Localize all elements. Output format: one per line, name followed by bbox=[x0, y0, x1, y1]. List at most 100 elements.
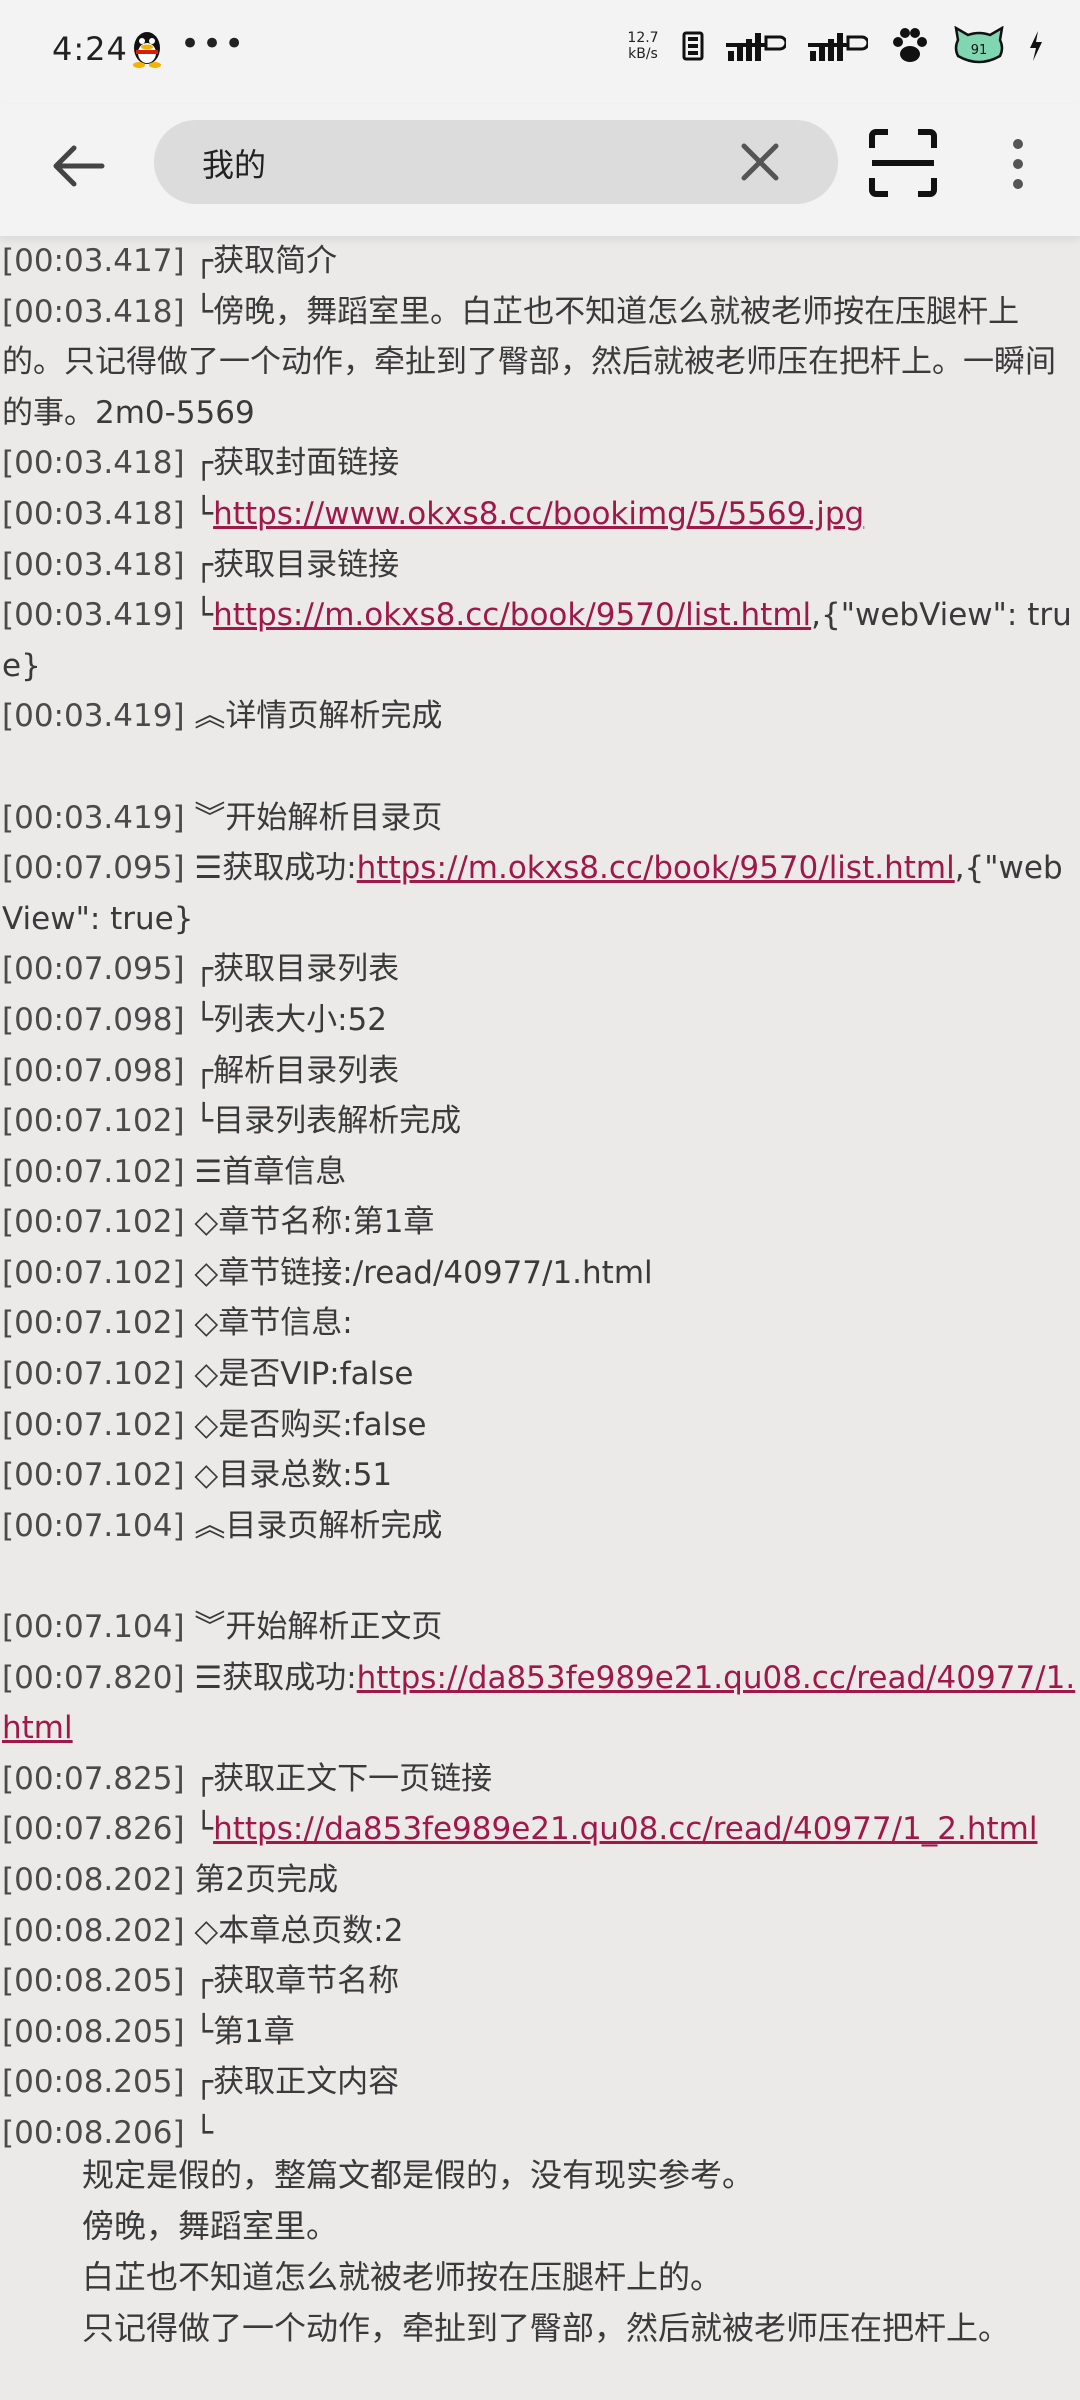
status-more-notifications: ••• bbox=[180, 24, 247, 64]
paw-icon bbox=[893, 28, 927, 62]
status-right-icons: 12.7 kB/s 91 bbox=[626, 26, 1044, 66]
log-message: ┌解析目录列表 bbox=[184, 1052, 400, 1089]
log-message: └列表大小:52 bbox=[184, 1001, 387, 1038]
log-timestamp: [00:03.418] bbox=[2, 293, 185, 330]
search-input[interactable] bbox=[200, 138, 744, 188]
log-message: └第1章 bbox=[184, 2013, 295, 2050]
log-message: ┌获取封面链接 bbox=[184, 445, 400, 482]
log-line: [00:03.418] └傍晚，舞蹈室里。白芷也不知道怎么就被老师按在压腿杆上的… bbox=[0, 287, 1080, 439]
log-message: ︽详情页解析完成 bbox=[184, 698, 443, 735]
log-line: [00:08.205] ┌获取章节名称 bbox=[0, 1956, 1080, 2007]
net-speed-unit: kB/s bbox=[628, 46, 658, 62]
battery-level: 91 bbox=[971, 43, 988, 58]
charging-bolt-icon bbox=[1030, 31, 1042, 61]
log-line: [00:03.417] ┌获取简介 bbox=[0, 236, 1080, 287]
log-timestamp: [00:08.206] bbox=[2, 2114, 185, 2151]
log-timestamp: [00:08.205] bbox=[2, 2013, 185, 2050]
log-message: ◇目录总数:51 bbox=[184, 1457, 393, 1494]
log-message: ┌获取简介 bbox=[184, 243, 338, 279]
log-line: [00:03.418] ┌获取目录链接 bbox=[0, 540, 1080, 591]
content-paragraph: 规定是假的，整篇文都是假的，没有现实参考。 bbox=[82, 2156, 755, 2194]
log-line: [00:03.418] ┌获取封面链接 bbox=[0, 438, 1080, 489]
more-vert-icon[interactable] bbox=[998, 134, 1038, 194]
log-timestamp: [00:07.102] bbox=[2, 1204, 185, 1241]
app-bar bbox=[0, 104, 1080, 236]
qq-penguin-icon bbox=[133, 32, 161, 68]
log-message: ︾开始解析正文页 bbox=[184, 1609, 443, 1646]
content-paragraph: 白芷也不知道怎么就被老师按在压腿杆上的。 bbox=[82, 2258, 723, 2296]
log-timestamp: [00:07.102] bbox=[2, 1305, 185, 1342]
log-timestamp: [00:03.419] bbox=[2, 597, 185, 634]
clear-icon[interactable] bbox=[734, 136, 786, 188]
log-timestamp: [00:07.102] bbox=[2, 1457, 185, 1494]
log-line: [00:07.820] ☰获取成功:https://da853fe989e21.… bbox=[0, 1653, 1080, 1754]
log-timestamp: [00:07.102] bbox=[2, 1153, 185, 1190]
log-line: [00:07.095] ☰获取成功:https://m.okxs8.cc/boo… bbox=[0, 843, 1080, 944]
log-line: [00:07.095] ┌获取目录列表 bbox=[0, 944, 1080, 995]
log-message: ◇是否VIP:false bbox=[184, 1356, 414, 1393]
log-line: [00:08.205] ┌获取正文内容 bbox=[0, 2057, 1080, 2108]
log-line: [00:03.419] └https://m.okxs8.cc/book/957… bbox=[0, 590, 1080, 691]
log-timestamp: [00:07.104] bbox=[2, 1507, 185, 1544]
log-line: [00:07.102] ◇章节链接:/read/40977/1.html bbox=[0, 1248, 1080, 1299]
log-message: ┌获取正文下一页链接 bbox=[184, 1760, 493, 1797]
log-message: ◇是否购买:false bbox=[184, 1406, 427, 1443]
log-message: └目录列表解析完成 bbox=[184, 1103, 462, 1140]
log-timestamp: [00:07.095] bbox=[2, 850, 185, 887]
log-link[interactable]: https://da853fe989e21.qu08.cc/read/40977… bbox=[213, 1811, 1037, 1847]
log-message: ◇本章总页数:2 bbox=[184, 1912, 404, 1949]
scan-icon[interactable] bbox=[866, 126, 940, 200]
log-line: [00:07.102] ◇目录总数:51 bbox=[0, 1450, 1080, 1501]
log-message: ︾开始解析目录页 bbox=[184, 799, 443, 836]
log-line: [00:03.419] ︽详情页解析完成 bbox=[0, 691, 1080, 742]
signal-2-icon bbox=[808, 33, 868, 61]
log-message: ☰获取成功: bbox=[184, 1659, 357, 1696]
log-message: ︽目录页解析完成 bbox=[184, 1507, 443, 1544]
log-line: [00:07.102] ◇是否购买:false bbox=[0, 1400, 1080, 1451]
log-timestamp: [00:07.095] bbox=[2, 951, 185, 988]
log-link[interactable]: https://m.okxs8.cc/book/9570/list.html bbox=[213, 597, 811, 633]
log-message: 第2页完成 bbox=[184, 1862, 339, 1898]
log-timestamp: [00:03.418] bbox=[2, 445, 185, 482]
log-message: └ bbox=[184, 495, 214, 532]
log-message: └ bbox=[184, 2114, 214, 2151]
log-link[interactable]: https://www.okxs8.cc/bookimg/5/5569.jpg bbox=[213, 496, 864, 532]
content-paragraph: 只记得做了一个动作，牵扯到了臀部，然后就被老师压在把杆上。 bbox=[82, 2309, 1011, 2347]
log-spacer bbox=[0, 1551, 1080, 1602]
log-timestamp: [00:07.102] bbox=[2, 1406, 185, 1443]
log-message: ◇章节信息: bbox=[184, 1305, 353, 1342]
sim-icon bbox=[682, 31, 704, 61]
log-timestamp: [00:07.825] bbox=[2, 1760, 185, 1797]
log-line: [00:07.102] └目录列表解析完成 bbox=[0, 1096, 1080, 1147]
net-speed-value: 12.7 bbox=[627, 30, 659, 46]
log-line: [00:07.102] ◇章节名称:第1章 bbox=[0, 1197, 1080, 1248]
log-line: [00:08.202] 第2页完成 bbox=[0, 1855, 1080, 1906]
log-message: ┌获取正文内容 bbox=[184, 2064, 400, 2101]
log-spacer bbox=[0, 742, 1080, 793]
log-timestamp: [00:03.418] bbox=[2, 546, 185, 583]
log-timestamp: [00:07.820] bbox=[2, 1659, 185, 1696]
log-timestamp: [00:03.417] bbox=[2, 243, 185, 279]
log-message: └ bbox=[184, 1811, 214, 1848]
log-link[interactable]: https://m.okxs8.cc/book/9570/list.html bbox=[357, 850, 955, 886]
log-timestamp: [00:03.418] bbox=[2, 495, 185, 532]
log-line: [00:07.098] ┌解析目录列表 bbox=[0, 1046, 1080, 1097]
back-arrow-icon[interactable] bbox=[46, 134, 110, 198]
log-line: [00:07.104] ︽目录页解析完成 bbox=[0, 1501, 1080, 1552]
log-timestamp: [00:03.419] bbox=[2, 698, 185, 735]
signal-1-icon bbox=[726, 33, 786, 61]
debug-log: [00:03.417] ┌获取简介 [00:03.418] └傍晚，舞蹈室里。白芷… bbox=[0, 236, 1080, 2159]
log-timestamp: [00:07.098] bbox=[2, 1001, 185, 1038]
log-timestamp: [00:07.102] bbox=[2, 1103, 185, 1140]
net-speed: 12.7 kB/s bbox=[626, 30, 660, 62]
log-timestamp: [00:07.102] bbox=[2, 1356, 185, 1393]
log-message: ☰首章信息 bbox=[184, 1153, 347, 1190]
log-line: [00:07.102] ◇是否VIP:false bbox=[0, 1349, 1080, 1400]
status-time: 4:24 bbox=[52, 30, 128, 68]
log-timestamp: [00:08.205] bbox=[2, 1963, 185, 2000]
log-timestamp: [00:08.202] bbox=[2, 1912, 185, 1949]
log-line: [00:07.104] ︾开始解析正文页 bbox=[0, 1602, 1080, 1653]
search-box[interactable] bbox=[154, 120, 838, 204]
log-timestamp: [00:03.419] bbox=[2, 799, 185, 836]
log-message: ┌获取目录列表 bbox=[184, 951, 400, 988]
